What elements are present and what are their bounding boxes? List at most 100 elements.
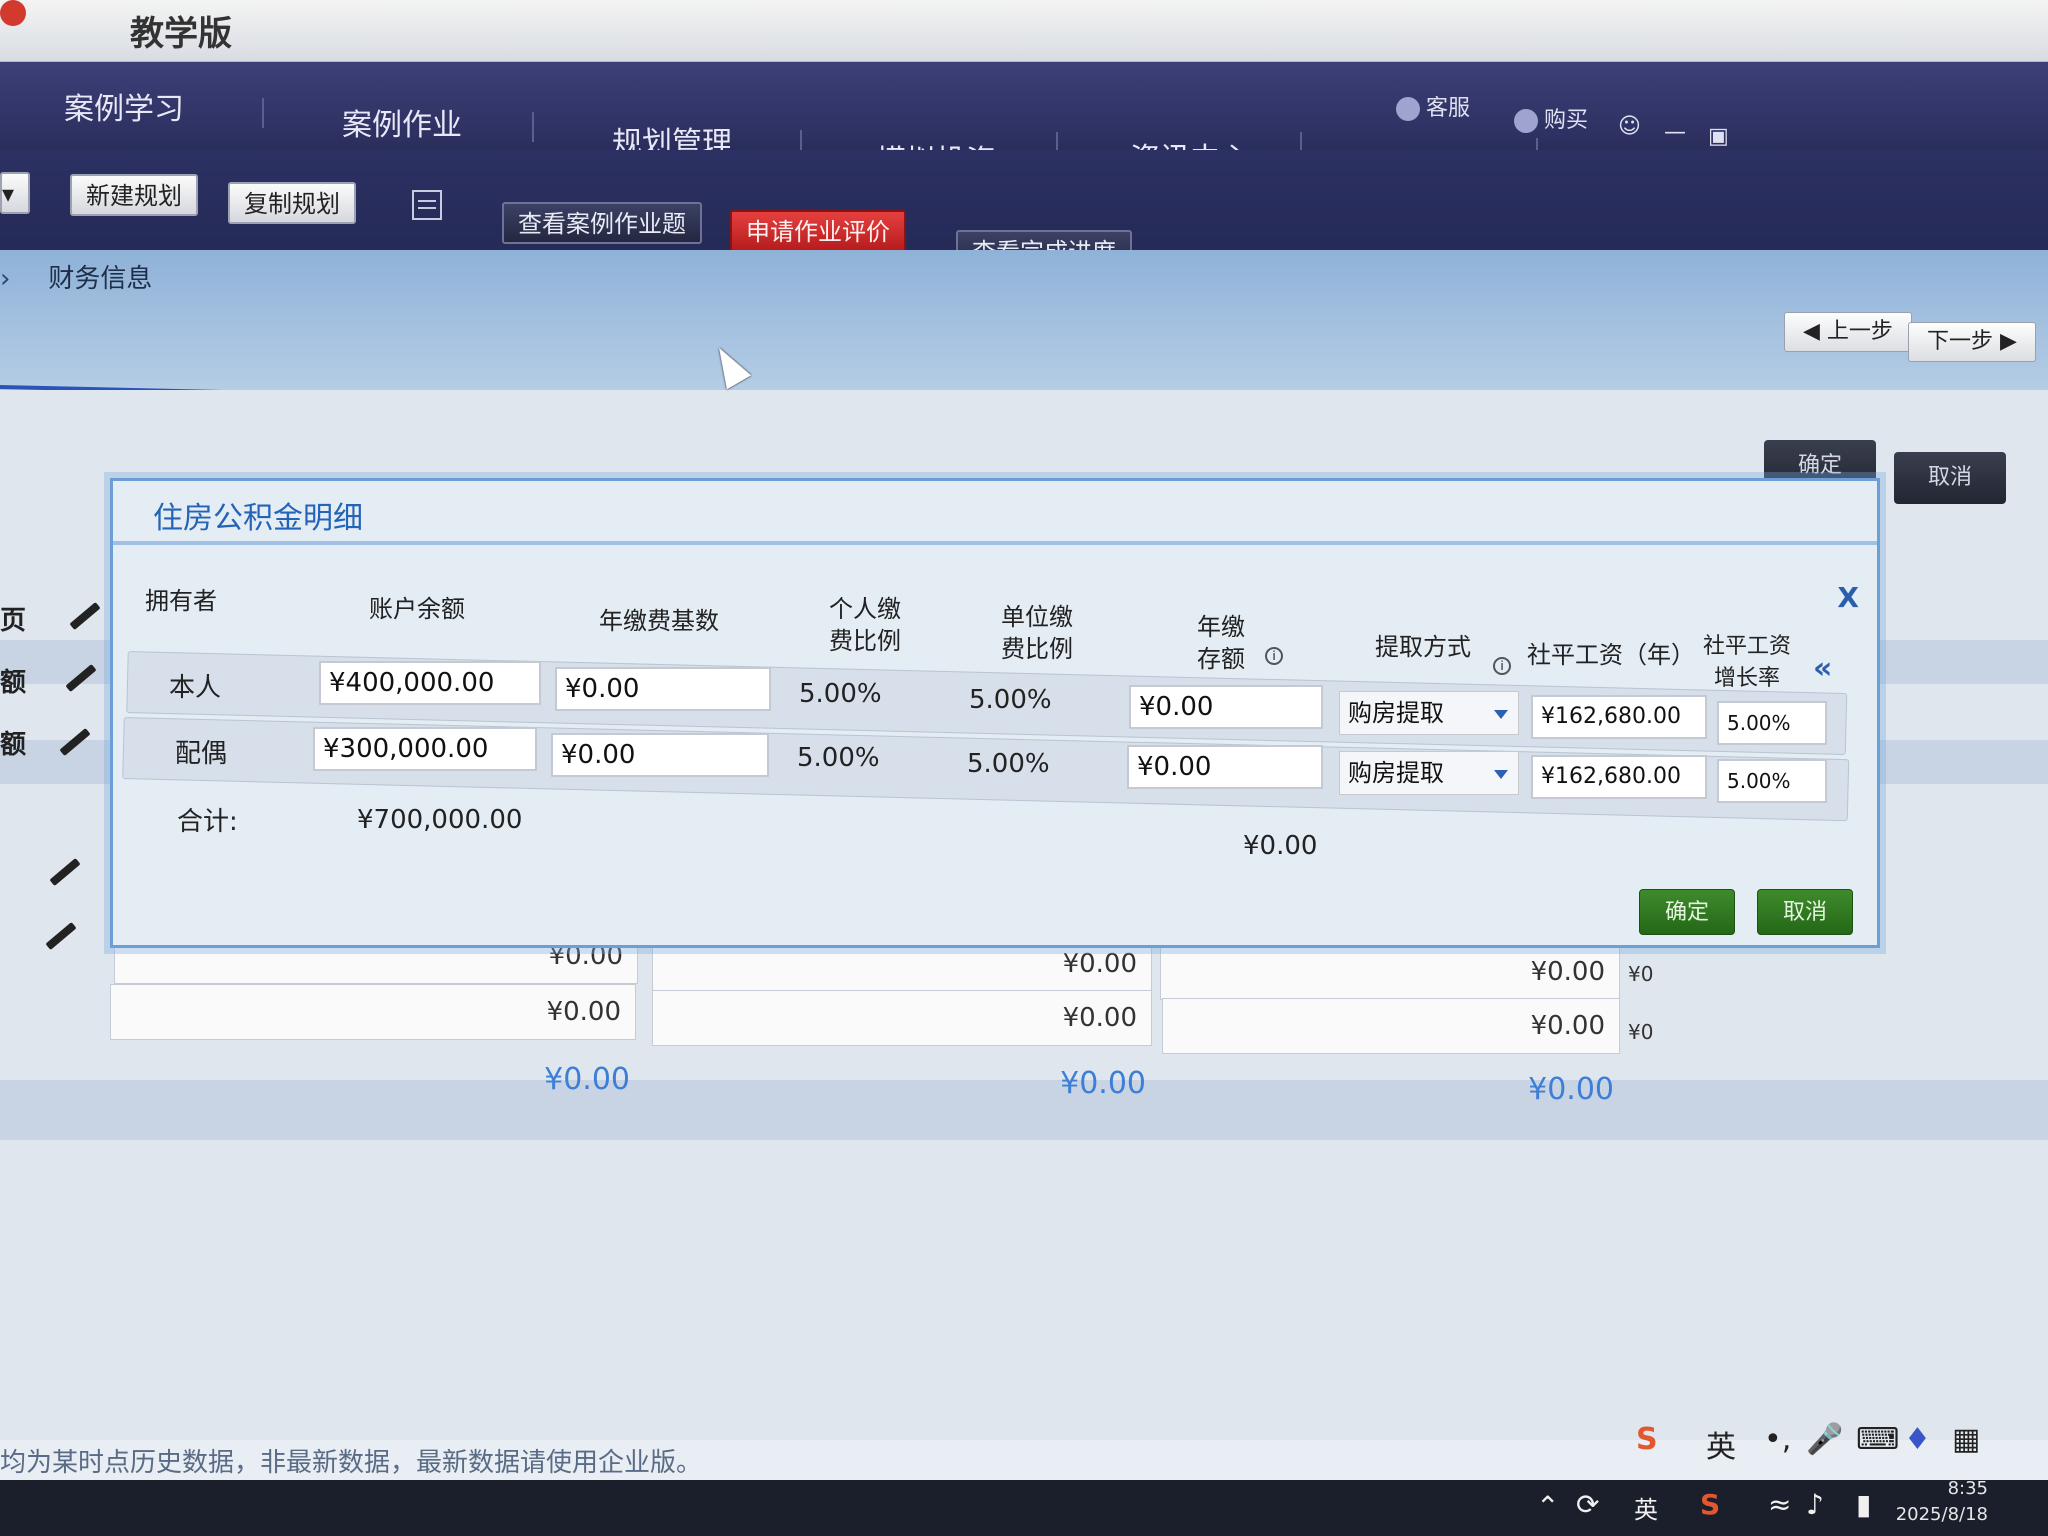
header-annual-deposit-line2: 存额 [1197, 645, 1245, 673]
nav-item-case-homework[interactable]: 案例作业 [342, 100, 462, 144]
column-total: ¥0.00 [1528, 1072, 1614, 1107]
tray-language-indicator[interactable]: 英 [1634, 1490, 1658, 1525]
toolbar: ▾ 新建规划 复制规划 查看案例作业题 申请作业评价 查看完成进度 [0, 150, 2048, 272]
volume-icon[interactable]: ♪ [1806, 1488, 1824, 1521]
nav-item-case-study[interactable]: 案例学习 [64, 84, 184, 128]
info-icon[interactable]: i [1493, 657, 1511, 675]
minimize-icon[interactable]: — [1664, 120, 1686, 145]
sogou-tray-icon[interactable]: S [1700, 1488, 1720, 1521]
skin-icon[interactable]: ♦ [1904, 1422, 1931, 1457]
row-owner-spouse: 配偶 [175, 739, 228, 769]
social-avg-wage-input-self[interactable]: ¥162,680.00 [1531, 695, 1707, 739]
close-icon[interactable]: X [1837, 581, 1859, 614]
window-close-dot-icon[interactable] [0, 0, 26, 26]
info-icon[interactable]: i [1265, 647, 1283, 665]
header-annual-deposit: 年缴 存额 [1197, 611, 1245, 675]
withdraw-method-select-self[interactable]: 购房提取 [1339, 691, 1519, 735]
sogou-ime-icon[interactable]: S [1636, 1422, 1658, 1457]
wage-growth-input-self[interactable]: 5.00% [1717, 701, 1827, 745]
previous-step-button[interactable]: ◀ 上一步 [1784, 312, 1912, 352]
withdraw-method-value-self: 购房提取 [1348, 699, 1444, 727]
table-cell-value: ¥0 [1628, 962, 1654, 986]
page-cancel-button[interactable]: 取消 [1894, 452, 2006, 504]
next-step-button[interactable]: 下一步 ▶ [1908, 322, 2036, 362]
chevron-down-icon [1494, 710, 1508, 719]
copy-plan-button[interactable]: 复制规划 [228, 182, 356, 224]
apply-homework-evaluation-button[interactable]: 申请作业评价 [730, 210, 906, 252]
column-total: ¥0.00 [544, 1062, 630, 1097]
annual-base-input-spouse[interactable]: ¥0.00 [551, 733, 769, 777]
keyboard-icon[interactable]: ⌨ [1856, 1422, 1899, 1457]
header-wage-growth: 社平工资 增长率 [1703, 631, 1791, 695]
table-cell-input[interactable]: ¥0.00 [1162, 998, 1620, 1054]
purchase-label: 购买 [1544, 108, 1589, 133]
previous-step-label: 上一步 [1826, 319, 1893, 344]
chevron-down-icon [1494, 770, 1508, 779]
customer-service-link[interactable]: 客服 [1396, 90, 1470, 122]
dialog-title: 住房公积金明细 [153, 501, 363, 536]
personal-ratio-self: 5.00% [799, 679, 882, 709]
row-owner-self: 本人 [169, 673, 222, 703]
dialog-cancel-button[interactable]: 取消 [1757, 889, 1853, 935]
chevron-up-icon[interactable]: ⌃ [1536, 1490, 1559, 1523]
personal-ratio-spouse: 5.00% [797, 743, 880, 773]
header-unit-ratio-line1: 单位缴 [1001, 603, 1073, 631]
header-wage-growth-line1: 社平工资 [1703, 634, 1792, 659]
withdraw-method-select-spouse[interactable]: 购房提取 [1339, 751, 1519, 795]
customer-service-label: 客服 [1426, 96, 1471, 121]
balance-input-spouse[interactable]: ¥300,000.00 [313, 727, 537, 771]
table-cell-input[interactable]: ¥0.00 [652, 990, 1152, 1046]
annual-deposit-input-spouse[interactable]: ¥0.00 [1127, 745, 1323, 789]
ime-punctuation-icon[interactable]: •, [1764, 1422, 1791, 1457]
header-annual-deposit-line1: 年缴 [1197, 613, 1245, 641]
new-plan-button[interactable]: 新建规划 [70, 174, 198, 216]
housing-fund-detail-dialog: 住房公积金明细 X 拥有者 账户余额 年缴费基数 个人缴 费比例 单位缴 费比例… [110, 478, 1880, 948]
toolbar-dropdown-button[interactable]: ▾ [0, 172, 30, 214]
maximize-icon[interactable]: ▣ [1708, 124, 1729, 149]
microphone-icon[interactable]: 🎤 [1806, 1422, 1843, 1457]
annual-base-input-self[interactable]: ¥0.00 [555, 667, 771, 711]
view-case-homework-button[interactable]: 查看案例作业题 [502, 202, 702, 244]
edit-pencil-icon[interactable] [69, 602, 101, 630]
data-disclaimer: 均为某时点历史数据，非最新数据，最新数据请使用企业版。 [0, 1448, 703, 1478]
social-avg-wage-input-spouse[interactable]: ¥162,680.00 [1531, 755, 1707, 799]
header-balance: 账户余额 [369, 595, 465, 623]
header-social-avg-wage: 社平工资（年） [1527, 641, 1695, 669]
toolbox-grid-icon[interactable]: ▦ [1952, 1422, 1980, 1457]
battery-icon[interactable]: ▮ [1856, 1488, 1871, 1521]
user-icon[interactable]: ☺ [1618, 114, 1641, 139]
sync-icon[interactable]: ⟳ [1576, 1488, 1599, 1521]
row-label: 额 [0, 668, 27, 698]
nav-separator [262, 98, 264, 128]
sum-label: 合计: [177, 807, 238, 837]
next-step-label: 下一步 [1927, 329, 1994, 354]
edit-pencil-icon[interactable] [49, 858, 81, 886]
purchase-link[interactable]: 购买 [1514, 102, 1588, 134]
dialog-confirm-button[interactable]: 确定 [1639, 889, 1735, 935]
table-cell-input[interactable]: ¥0.00 [110, 984, 636, 1040]
edit-pencil-icon[interactable] [45, 922, 77, 950]
wifi-icon[interactable]: ≈ [1768, 1488, 1791, 1521]
header-owner: 拥有者 [145, 587, 217, 615]
calculator-icon[interactable] [412, 190, 442, 220]
chat-icon [1396, 97, 1420, 121]
header-unit-ratio-line2: 费比例 [1001, 635, 1073, 663]
column-total: ¥0.00 [1060, 1066, 1146, 1101]
sum-balance: ¥700,000.00 [357, 805, 523, 835]
table-cell-input[interactable]: ¥0.00 [1160, 944, 1620, 1000]
header-annual-base: 年缴费基数 [599, 607, 719, 635]
wage-growth-input-spouse[interactable]: 5.00% [1717, 759, 1827, 803]
system-clock[interactable]: 8:35 2025/8/18 [1896, 1476, 1988, 1528]
ime-language-toggle[interactable]: 英 [1706, 1422, 1736, 1466]
annual-deposit-input-self[interactable]: ¥0.00 [1129, 685, 1323, 729]
title-bar: 教学版 [0, 0, 2048, 62]
clock-time: 8:35 [1947, 1478, 1988, 1499]
table-cell-value: ¥0 [1628, 1020, 1654, 1044]
header-personal-ratio-line1: 个人缴 [829, 595, 901, 623]
collapse-columns-icon[interactable]: « [1813, 651, 1832, 686]
clock-date: 2025/8/18 [1895, 1504, 1988, 1525]
dialog-title-divider [113, 541, 1877, 545]
balance-input-self[interactable]: ¥400,000.00 [319, 661, 541, 705]
breadcrumb-current: 财务信息 [48, 264, 153, 294]
breadcrumb-bar: › 财务信息 ◀ 上一步 下一步 ▶ [0, 250, 2048, 390]
